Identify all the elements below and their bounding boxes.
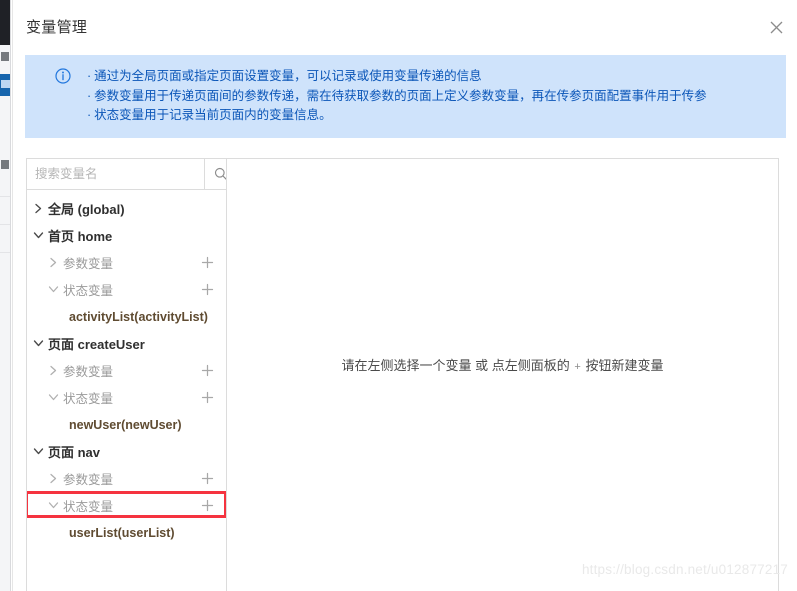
plus-icon: +: [574, 360, 581, 373]
info-line: 状态变量用于记录当前页面内的变量信息。: [87, 106, 707, 126]
info-circle-icon: [55, 68, 71, 84]
tree-node-createuser-state-vars[interactable]: 状态变量: [27, 384, 226, 411]
chevron-down-icon[interactable]: [32, 337, 45, 350]
info-line: 参数变量用于传递页面间的参数传递，需在待获取参数的页面上定义参数变量，再在传参页…: [87, 87, 707, 107]
empty-state-message: 请在左侧选择一个变量 或 点左侧面板的 + 按钮新建变量: [342, 355, 664, 374]
background-app-selected-item-label: [1, 80, 10, 88]
chevron-down-icon[interactable]: [47, 283, 60, 296]
chevron-down-icon[interactable]: [32, 229, 45, 242]
tree-node-label: 首页 home: [48, 229, 113, 244]
variable-tree: 全局 (global) 首页 home 参数变量 状态变量 activityLi…: [27, 190, 226, 546]
chevron-down-icon[interactable]: [32, 445, 45, 458]
tree-leaf-userlist[interactable]: userList(userList): [27, 519, 226, 546]
variable-tree-panel: 全局 (global) 首页 home: [26, 158, 227, 591]
variable-detail-panel: 请在左侧选择一个变量 或 点左侧面板的 + 按钮新建变量: [227, 158, 779, 591]
close-icon[interactable]: [766, 17, 786, 37]
search-row: [27, 159, 226, 190]
tree-node-home-state-vars[interactable]: 状态变量: [27, 276, 226, 303]
tree-node-label: 状态变量: [63, 284, 114, 298]
tree-node-createuser-param-vars[interactable]: 参数变量: [27, 357, 226, 384]
background-app-divider: [0, 196, 10, 197]
plus-icon[interactable]: [200, 499, 214, 513]
info-banner: 通过为全局页面或指定页面设置变量，可以记录或使用变量传递的信息 参数变量用于传递…: [25, 55, 786, 138]
search-icon[interactable]: [204, 159, 226, 189]
background-app-divider: [0, 224, 10, 225]
tree-node-home[interactable]: 首页 home: [27, 222, 226, 249]
plus-icon[interactable]: [200, 256, 214, 270]
tree-node-label: 状态变量: [63, 500, 114, 514]
chevron-down-icon[interactable]: [47, 391, 60, 404]
background-app-sliver: [0, 0, 11, 591]
info-banner-text: 通过为全局页面或指定页面设置变量，可以记录或使用变量传递的信息 参数变量用于传递…: [87, 67, 707, 126]
tree-node-nav[interactable]: 页面 nav: [27, 438, 226, 465]
plus-icon[interactable]: [200, 391, 214, 405]
tree-node-label: 页面 createUser: [48, 337, 145, 352]
empty-state-text-after: 按钮新建变量: [585, 357, 664, 373]
dialog-header: 变量管理: [13, 0, 797, 52]
tree-node-home-param-vars[interactable]: 参数变量: [27, 249, 226, 276]
tree-node-global[interactable]: 全局 (global): [27, 195, 226, 222]
plus-icon[interactable]: [200, 472, 214, 486]
plus-icon[interactable]: [200, 364, 214, 378]
plus-icon[interactable]: [200, 283, 214, 297]
tree-node-nav-param-vars[interactable]: 参数变量: [27, 465, 226, 492]
background-app-divider: [0, 252, 10, 253]
background-app-item-icon: [1, 160, 9, 169]
tree-leaf-activitylist[interactable]: activityList(activityList): [27, 303, 226, 330]
tree-node-label: 全局 (global): [48, 202, 125, 217]
chevron-right-icon[interactable]: [47, 256, 60, 269]
info-line: 通过为全局页面或指定页面设置变量，可以记录或使用变量传递的信息: [87, 67, 707, 87]
search-input[interactable]: [27, 159, 204, 189]
background-app-titlebar: [0, 0, 10, 45]
tree-node-label: 参数变量: [63, 365, 114, 379]
background-app-item-icon: [1, 52, 9, 61]
tree-node-createuser[interactable]: 页面 createUser: [27, 330, 226, 357]
tree-node-label: 状态变量: [63, 392, 114, 406]
dialog-body: 全局 (global) 首页 home: [26, 158, 779, 591]
chevron-right-icon[interactable]: [32, 202, 45, 215]
chevron-right-icon[interactable]: [47, 472, 60, 485]
tree-node-label: 参数变量: [63, 473, 114, 487]
empty-state-text-before: 请在左侧选择一个变量 或 点左侧面板的: [341, 357, 570, 373]
page-title: 变量管理: [26, 19, 88, 36]
variable-manager-dialog: 变量管理 通过为全局页面或指定页面设置变量，可以记录或使用变量传递的信息 参数变…: [12, 0, 797, 591]
tree-node-nav-state-vars[interactable]: 状态变量: [27, 491, 226, 519]
tree-leaf-newuser[interactable]: newUser(newUser): [27, 411, 226, 438]
chevron-right-icon[interactable]: [47, 364, 60, 377]
chevron-down-icon[interactable]: [47, 499, 60, 512]
tree-node-label: 页面 nav: [48, 445, 101, 460]
tree-node-label: 参数变量: [63, 257, 114, 271]
